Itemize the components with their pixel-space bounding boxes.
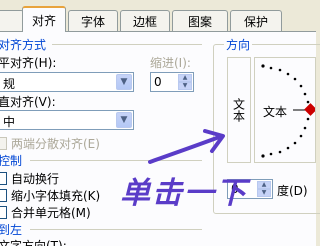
merge-cells-checkbox[interactable]: 合并单元格(M) bbox=[0, 204, 91, 221]
dial-text: 文本 bbox=[263, 105, 288, 119]
merge-cells-label: 合并单元格(M) bbox=[11, 206, 91, 220]
text-control-group-title: 控制 bbox=[0, 154, 23, 168]
spin-down-icon[interactable]: ▼ bbox=[257, 189, 271, 197]
checkbox-box[interactable] bbox=[0, 189, 7, 202]
text-direction-label: 文字方向(T): bbox=[0, 239, 67, 246]
shrink-to-fit-label: 缩小字体填充(K) bbox=[11, 189, 101, 203]
tab-strip: 对齐 字体 边框 图案 保护 bbox=[0, 0, 316, 32]
vertical-align-value: 中 bbox=[3, 115, 16, 129]
vertical-text-button[interactable]: 文本 bbox=[227, 57, 251, 163]
vertical-align-label: 直对齐(V): bbox=[0, 95, 56, 109]
horizontal-align-label: 平对齐(H): bbox=[0, 56, 57, 70]
tab-font[interactable]: 字体 bbox=[68, 10, 118, 31]
tab-patterns[interactable]: 图案 bbox=[172, 10, 228, 31]
orientation-dial[interactable]: 文本 bbox=[254, 57, 316, 163]
tab-label: 图案 bbox=[187, 14, 212, 29]
tab-number[interactable] bbox=[0, 10, 24, 31]
checkbox-box[interactable] bbox=[0, 172, 7, 185]
justify-distributed-label: 两端分散对齐(E) bbox=[11, 137, 100, 151]
spin-up-icon[interactable]: ▲ bbox=[178, 74, 192, 82]
justify-distributed-checkbox[interactable]: 两端分散对齐(E) bbox=[0, 135, 100, 152]
horizontal-align-value: 规 bbox=[3, 77, 16, 91]
chevron-down-icon[interactable]: ▼ bbox=[116, 112, 132, 128]
annotation-text: 单击一下 bbox=[120, 176, 248, 211]
vertical-text-label: 文本 bbox=[231, 98, 246, 122]
tab-label: 字体 bbox=[80, 14, 105, 29]
alignment-group-divider bbox=[52, 44, 202, 45]
vertical-align-select[interactable]: 中 ▼ bbox=[0, 110, 134, 130]
spin-down-icon[interactable]: ▼ bbox=[178, 82, 192, 90]
tab-label: 对齐 bbox=[31, 13, 56, 28]
tab-label: 保护 bbox=[243, 14, 268, 29]
indent-label: 缩进(I): bbox=[150, 56, 191, 70]
checkbox-box[interactable] bbox=[0, 137, 7, 150]
direction-group-title: 到左 bbox=[0, 223, 23, 237]
tab-border[interactable]: 边框 bbox=[120, 10, 170, 31]
indent-value: 0 bbox=[154, 75, 162, 89]
text-control-divider bbox=[30, 160, 202, 161]
shrink-to-fit-checkbox[interactable]: 缩小字体填充(K) bbox=[0, 187, 100, 204]
degrees-label: 度(D) bbox=[277, 184, 308, 198]
wrap-text-checkbox[interactable]: 自动换行 bbox=[0, 170, 59, 187]
horizontal-align-select[interactable]: 规 ▼ bbox=[0, 72, 134, 92]
wrap-text-label: 自动换行 bbox=[11, 172, 60, 186]
chevron-down-icon[interactable]: ▼ bbox=[116, 74, 132, 90]
indent-stepper[interactable]: 0 ▲ ▼ bbox=[150, 72, 194, 92]
direction-divider bbox=[30, 229, 202, 230]
spin-up-icon[interactable]: ▲ bbox=[257, 181, 271, 189]
tab-alignment[interactable]: 对齐 bbox=[22, 6, 66, 32]
orientation-group-title: 方向 bbox=[224, 36, 253, 53]
tab-label: 边框 bbox=[132, 14, 157, 29]
alignment-group-title: 对齐方式 bbox=[0, 38, 47, 52]
tab-protection[interactable]: 保护 bbox=[230, 10, 282, 31]
checkbox-box[interactable] bbox=[0, 206, 7, 219]
